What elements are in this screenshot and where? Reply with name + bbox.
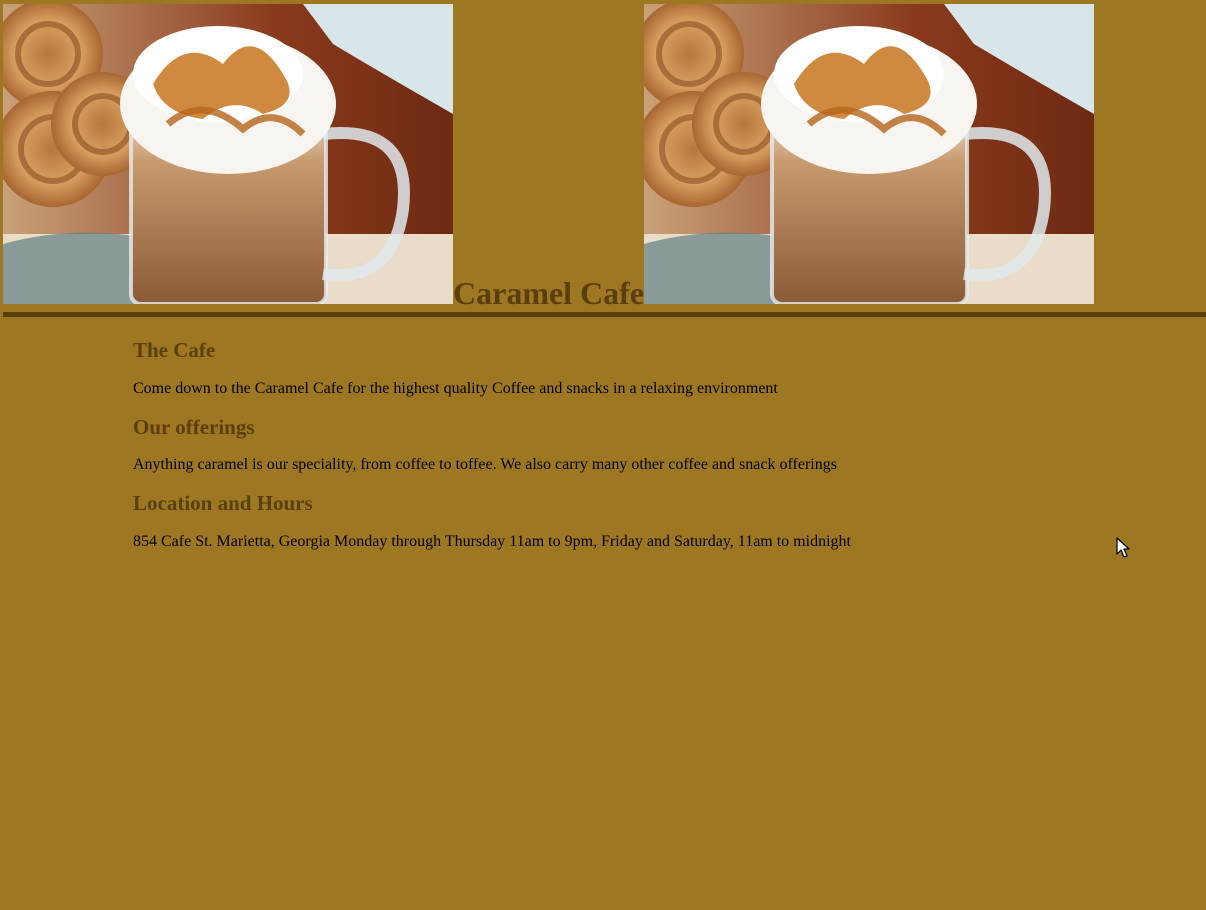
section-heading-our-offerings: Our offerings	[133, 415, 255, 439]
section-text-location-hours: 854 Cafe St. Marietta, Georgia Monday th…	[133, 533, 851, 550]
site-header: Caramel Cafe	[3, 4, 1095, 311]
site-title: Caramel Cafe	[453, 275, 645, 311]
caramel-latte-image-right	[644, 4, 1094, 304]
section-text-our-offerings: Anything caramel is our speciality, from…	[133, 456, 837, 473]
header-divider	[3, 312, 1206, 317]
section-heading-location-hours: Location and Hours	[133, 491, 313, 515]
section-text-the-cafe: Come down to the Caramel Cafe for the hi…	[133, 380, 778, 397]
mouse-cursor-icon	[1116, 537, 1132, 559]
section-heading-the-cafe: The Cafe	[133, 338, 216, 362]
caramel-latte-image-left	[3, 4, 453, 304]
